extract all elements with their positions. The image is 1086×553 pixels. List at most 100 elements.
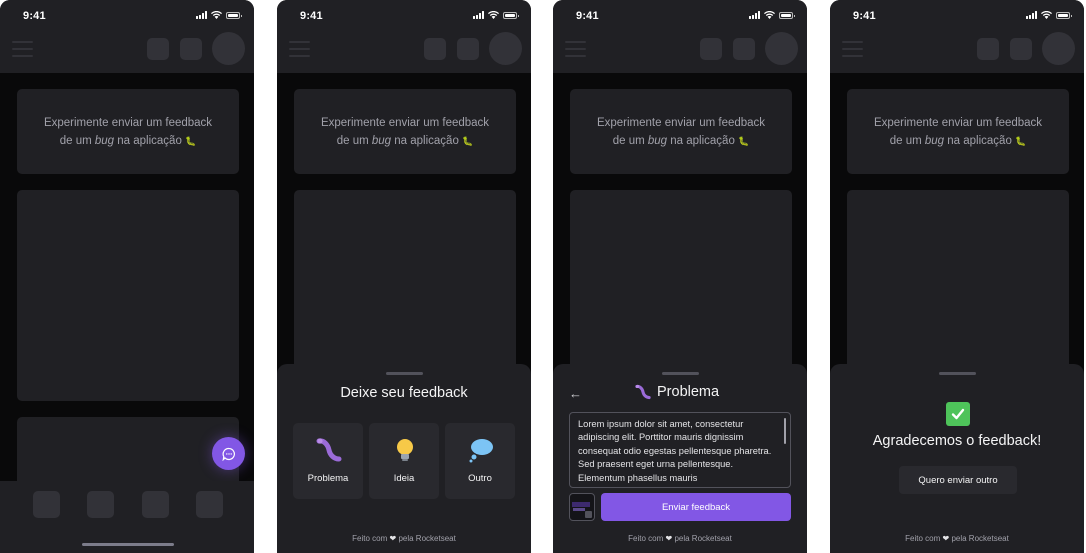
wifi-icon xyxy=(764,11,775,19)
avatar[interactable] xyxy=(489,32,522,65)
signal-icon xyxy=(1026,11,1037,19)
bug-emoji-icon: 🐛 xyxy=(1015,136,1027,146)
header-placeholder-button[interactable] xyxy=(1010,38,1032,60)
status-bar: 9:41 xyxy=(830,0,1084,30)
status-time: 9:41 xyxy=(23,10,46,22)
tab-bar xyxy=(0,481,254,553)
app-header xyxy=(277,30,531,73)
sheet-handle[interactable] xyxy=(939,372,976,375)
footer-credit: Feito com ❤ pela Rocketseat xyxy=(905,534,1009,543)
option-ideia[interactable]: Ideia xyxy=(369,423,439,499)
content-placeholder-card xyxy=(17,190,239,401)
thought-bubble-icon xyxy=(469,439,493,463)
phone-screen-4: 9:41 Experimente enviar um feedback de u… xyxy=(830,0,1084,553)
header-placeholder-button[interactable] xyxy=(147,38,169,60)
bug-icon xyxy=(635,384,651,400)
status-bar: 9:41 xyxy=(277,0,531,30)
menu-icon[interactable] xyxy=(842,41,863,62)
info-text-line1: Experimente enviar um feedback xyxy=(43,117,213,129)
header-placeholder-button[interactable] xyxy=(700,38,722,60)
avatar[interactable] xyxy=(765,32,798,65)
phone-screen-1: 9:41 Experimente enviar um feedback de u… xyxy=(0,0,254,553)
phone-screen-3: 9:41 Experimente enviar um feedback de u… xyxy=(553,0,807,553)
info-text-line1: Experimente enviar um feedback xyxy=(873,117,1043,129)
trash-icon[interactable] xyxy=(585,511,592,518)
status-time: 9:41 xyxy=(576,10,599,22)
avatar[interactable] xyxy=(212,32,245,65)
app-header xyxy=(0,30,254,73)
feedback-button[interactable] xyxy=(212,437,245,470)
feedback-widget: Agradecemos o feedback! Quero enviar out… xyxy=(830,364,1084,553)
tab-placeholder[interactable] xyxy=(196,491,223,518)
tab-placeholder[interactable] xyxy=(33,491,60,518)
info-text-line2: de um bug na aplicação 🐛 xyxy=(336,135,474,147)
header-placeholder-button[interactable] xyxy=(180,38,202,60)
bug-emoji-icon: 🐛 xyxy=(462,136,474,146)
footer-credit: Feito com ❤ pela Rocketseat xyxy=(352,534,456,543)
feedback-widget: ← Problema Lorem ipsum dolor sit amet, c… xyxy=(553,364,807,553)
status-time: 9:41 xyxy=(300,10,323,22)
header-placeholder-button[interactable] xyxy=(424,38,446,60)
form-title: Problema xyxy=(635,384,719,400)
status-icons xyxy=(196,11,242,19)
menu-icon[interactable] xyxy=(289,41,310,62)
info-card: Experimente enviar um feedback de um bug… xyxy=(570,89,792,174)
signal-icon xyxy=(196,11,207,19)
info-text-line2: de um bug na aplicação 🐛 xyxy=(889,135,1027,147)
info-text-line1: Experimente enviar um feedback xyxy=(596,117,766,129)
app-header xyxy=(553,30,807,73)
header-placeholder-button[interactable] xyxy=(733,38,755,60)
battery-icon xyxy=(503,12,519,19)
option-outro[interactable]: Outro xyxy=(445,423,515,499)
wifi-icon xyxy=(1041,11,1052,19)
check-mark-icon xyxy=(946,402,970,426)
menu-icon[interactable] xyxy=(12,41,33,62)
sheet-handle[interactable] xyxy=(662,372,699,375)
header-placeholder-button[interactable] xyxy=(977,38,999,60)
textarea-scrollbar[interactable] xyxy=(784,418,786,444)
success-title: Agradecemos o feedback! xyxy=(872,433,1042,449)
status-bar: 9:41 xyxy=(553,0,807,30)
back-arrow-icon[interactable]: ← xyxy=(569,386,582,401)
send-another-button[interactable]: Quero enviar outro xyxy=(899,466,1017,494)
phone-screen-2: 9:41 Experimente enviar um feedback de u… xyxy=(277,0,531,553)
option-problema[interactable]: Problema xyxy=(293,423,363,499)
menu-icon[interactable] xyxy=(565,41,586,62)
wifi-icon xyxy=(211,11,222,19)
bug-emoji-icon: 🐛 xyxy=(185,136,197,146)
battery-icon xyxy=(779,12,795,19)
chat-bubble-icon xyxy=(221,447,235,461)
widget-title: Deixe seu feedback xyxy=(340,385,468,401)
submit-feedback-button[interactable]: Enviar feedback xyxy=(601,493,791,521)
info-text-line1: Experimente enviar um feedback xyxy=(320,117,490,129)
status-time: 9:41 xyxy=(853,10,876,22)
status-icons xyxy=(749,11,795,19)
footer-credit: Feito com ❤ pela Rocketseat xyxy=(628,534,732,543)
tab-placeholder[interactable] xyxy=(87,491,114,518)
info-card: Experimente enviar um feedback de um bug… xyxy=(847,89,1069,174)
info-card: Experimente enviar um feedback de um bug… xyxy=(294,89,516,174)
battery-icon xyxy=(1056,12,1072,19)
info-card: Experimente enviar um feedback de um bug… xyxy=(17,89,239,174)
info-text-line2: de um bug na aplicação 🐛 xyxy=(59,135,197,147)
sheet-handle[interactable] xyxy=(386,372,423,375)
signal-icon xyxy=(473,11,484,19)
status-bar: 9:41 xyxy=(0,0,254,30)
avatar[interactable] xyxy=(1042,32,1075,65)
home-indicator xyxy=(82,543,174,546)
lightbulb-icon xyxy=(397,439,413,461)
bug-icon xyxy=(316,438,342,462)
feedback-textarea[interactable]: Lorem ipsum dolor sit amet, consectetur … xyxy=(569,412,791,488)
signal-icon xyxy=(749,11,760,19)
battery-icon xyxy=(226,12,242,19)
feedback-widget: Deixe seu feedback Problema Ideia Outro … xyxy=(277,364,531,553)
info-text-line2: de um bug na aplicação 🐛 xyxy=(612,135,750,147)
status-icons xyxy=(473,11,519,19)
screenshot-thumbnail[interactable] xyxy=(569,493,595,521)
bug-emoji-icon: 🐛 xyxy=(738,136,750,146)
header-placeholder-button[interactable] xyxy=(457,38,479,60)
tab-placeholder[interactable] xyxy=(142,491,169,518)
status-icons xyxy=(1026,11,1072,19)
wifi-icon xyxy=(488,11,499,19)
app-header xyxy=(830,30,1084,73)
